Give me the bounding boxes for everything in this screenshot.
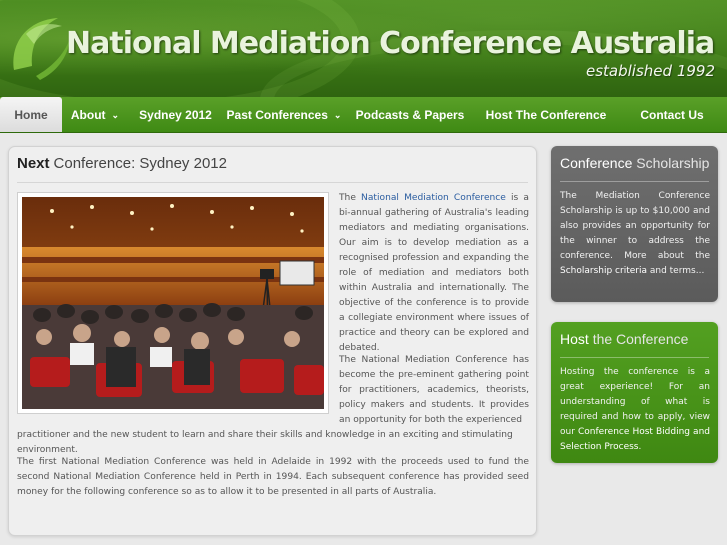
nav-item-label: Contact Us [640,107,704,122]
nav-item-sydney-2012[interactable]: Sydney 2012 [128,97,223,132]
intro-paragraph: The National Mediation Conference is a b… [339,191,529,356]
host-text: Hosting the conference is a great experi… [560,365,710,455]
scholarship-title-strong: Conference [560,155,633,171]
conference-link[interactable]: National Mediation Conference [361,193,506,203]
host-body-end: . [638,442,642,452]
nav-item-contact-us[interactable]: Contact Us [617,97,727,132]
site-title[interactable]: National Mediation Conference Australia [66,26,715,61]
nav-item-home[interactable]: Home [0,97,62,132]
scholarship-text: The Mediation Conference Scholarship is … [560,189,710,279]
divider [17,182,528,183]
host-conference-box: Host the Conference Hosting the conferen… [551,322,718,463]
nav-item-about[interactable]: About ⌄ [62,97,128,132]
about-paragraph-continued: practitioner and the new student to lear… [17,430,513,455]
scholarship-title-light: Scholarship [636,155,710,171]
nav-item-label: Host The Conference [485,107,607,122]
history-paragraph: The first National Mediation Conference … [17,457,529,497]
host-title-strong: Host [560,331,589,347]
nav-item-label: Sydney 2012 [139,107,212,122]
main-heading: Next Conference: Sydney 2012 [17,155,227,172]
nav-item-label: Podcasts & Papers [355,107,465,122]
site-tagline: established 1992 [586,62,715,80]
scholarship-body: The Mediation Conference Scholarship is … [560,191,710,261]
main-heading-strong: Next [17,155,50,172]
conference-photo-frame [17,192,329,414]
conference-hall-photo [22,197,324,409]
scholarship-body-end: and terms... [647,266,705,276]
main-content-panel: Next Conference: Sydney 2012 The Nationa… [8,146,537,536]
nav-item-label: Home [14,107,48,122]
intro-lead: The [339,193,362,203]
main-nav: Home About ⌄ Sydney 2012 Past Conference… [0,97,727,133]
scholarship-title: Conference Scholarship [560,155,709,171]
nav-item-host-the-conference[interactable]: Host The Conference [475,97,617,132]
scholarship-criteria-link[interactable]: Scholarship criteria [560,266,647,276]
about-paragraph: The National Mediation Conference has be… [339,355,529,425]
nav-item-label: Past Conferences [226,107,328,122]
host-bidding-link[interactable]: Conference Host Bidding and Selection Pr… [560,427,710,452]
host-title: Host the Conference [560,331,688,347]
divider [560,357,709,358]
nav-item-label: About [70,107,106,122]
chevron-down-icon: ⌄ [111,110,120,120]
chevron-down-icon: ⌄ [333,110,342,120]
nav-item-past-conferences[interactable]: Past Conferences ⌄ [223,97,345,132]
nav-item-podcasts-papers[interactable]: Podcasts & Papers [345,97,475,132]
scholarship-box: Conference Scholarship The Mediation Con… [551,146,718,302]
main-heading-rest: Conference: Sydney 2012 [53,155,227,172]
divider [560,181,709,182]
host-title-light: the Conference [592,331,689,347]
site-header: National Mediation Conference Australia … [0,0,727,97]
intro-rest: is a bi-annual gathering of Australia's … [339,193,529,353]
